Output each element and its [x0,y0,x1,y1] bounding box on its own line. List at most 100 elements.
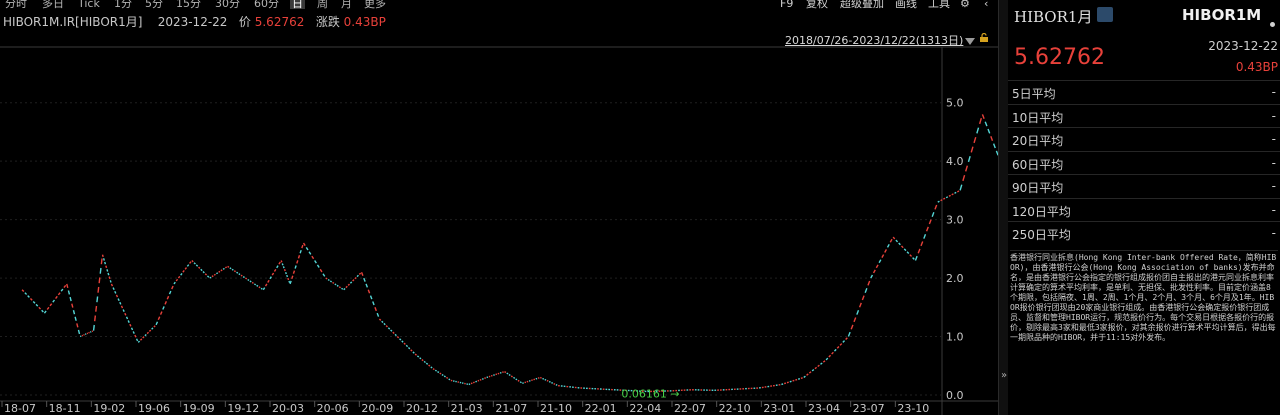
period-tab-multiday[interactable]: 多日 [42,0,64,9]
series-segment [786,381,789,384]
series-segment [97,286,100,293]
adjust-button[interactable]: 复权 [806,0,828,9]
series-segment [898,242,901,246]
series-segment [209,276,212,279]
series-segment [236,271,239,274]
series-segment [184,267,188,270]
series-segment [475,380,478,383]
series-segment [914,255,918,261]
period-tab-month[interactable]: 月 [341,0,352,9]
series-segment [345,285,348,289]
series-segment [962,174,966,182]
x-tick-label: 23-10 [897,402,929,415]
price-chart[interactable]: 0.0 1.0 2.0 3.0 4.0 5.0 18-07 18-11 19-02 19-06 19… [0,45,998,415]
series-segment [349,281,353,284]
series-segment [861,295,865,301]
tools-button[interactable]: 工具 [928,0,950,9]
series-segment [387,327,391,330]
series-segment [470,382,473,385]
series-segment [850,324,854,330]
period-tab-5min[interactable]: 5分 [145,0,163,9]
series-segment [513,376,516,379]
series-segment [109,280,112,283]
series-segment [325,277,328,280]
series-segment [200,268,203,272]
x-tick-label: 20-06 [317,402,349,415]
series-segment [129,323,132,327]
series-segment [472,381,475,384]
series-segment [41,309,44,313]
series-segment [302,242,306,247]
series-segment [906,251,910,255]
series-segment [845,337,848,340]
period-tab-day[interactable]: 日 [290,0,305,9]
period-tab-tick[interactable]: Tick [78,0,100,9]
period-tab-30min[interactable]: 30分 [215,0,240,9]
series-segment [180,272,183,276]
series-segment [434,369,437,372]
x-tick-label: 21-07 [495,402,527,415]
series-segment [884,249,888,253]
series-segment [934,204,938,210]
series-segment [842,340,846,343]
ma-row: 60日平均 - [1008,150,1280,175]
ma-label: 60日平均 [1012,157,1064,172]
series-segment [917,248,921,254]
series-segment [216,272,219,275]
series-segment [164,301,168,305]
ma-row: 250日平均 - [1008,221,1280,245]
series-segment [539,376,542,379]
series-segment [814,366,818,370]
period-tab-week[interactable]: 周 [317,0,328,9]
series-segment [76,323,79,328]
period-tab-more[interactable]: 更多 [364,0,386,9]
quote-info-line: HIBOR1M.IR[HIBOR1月] 2023-12-22 价 5.62762… [3,13,386,30]
edit-icon[interactable] [1097,7,1113,22]
series-segment [506,372,509,375]
overlay-button[interactable]: 超级叠加 [840,0,884,9]
x-tick-label: 21-03 [451,402,483,415]
series-segment [157,316,161,321]
period-tab-15min[interactable]: 15分 [176,0,201,9]
series-segment [204,273,208,276]
series-segment [189,261,192,264]
series-segment [288,280,291,284]
bell-icon[interactable] [1270,22,1275,27]
series-segment [93,315,97,322]
series-segment [789,380,792,383]
draw-line-button[interactable]: 画线 [895,0,917,9]
panel-date: 2023-12-22 [1208,39,1278,53]
expand-icon[interactable]: » [1001,370,1007,381]
series-segment [477,379,480,382]
series-segment [38,306,42,310]
period-tab-1min[interactable]: 1分 [114,0,132,9]
chevron-left-icon[interactable]: ‹ [984,0,988,9]
series-segment [858,302,862,308]
series-segment [299,249,302,254]
f9-button[interactable]: F9 [780,0,793,9]
panel-change: 0.43BP [1235,60,1278,74]
lock-icon[interactable] [979,33,989,42]
panel-code: HIBOR1M [1182,6,1262,24]
series-segment [396,336,400,339]
period-tab-60min[interactable]: 60分 [254,0,279,9]
series-segment [833,348,837,352]
ma-value: - [1271,179,1276,193]
series-segment [96,296,99,303]
gear-icon[interactable]: ⚙ [960,0,970,9]
x-tick-label: 19-06 [138,402,170,415]
series-segment [171,285,174,290]
series-segment [46,306,50,310]
series-segment [797,378,801,380]
series-segment [847,331,851,337]
series-segment [555,383,558,386]
period-tab-intraday[interactable]: 分时 [5,0,27,9]
series-segment [24,292,28,295]
series-segment [510,375,513,378]
series-segment [240,274,243,277]
series-segment [428,364,431,367]
ma-value: - [1271,155,1276,170]
series-segment [273,268,277,272]
series-segment [291,275,294,280]
series-segment [378,318,382,321]
